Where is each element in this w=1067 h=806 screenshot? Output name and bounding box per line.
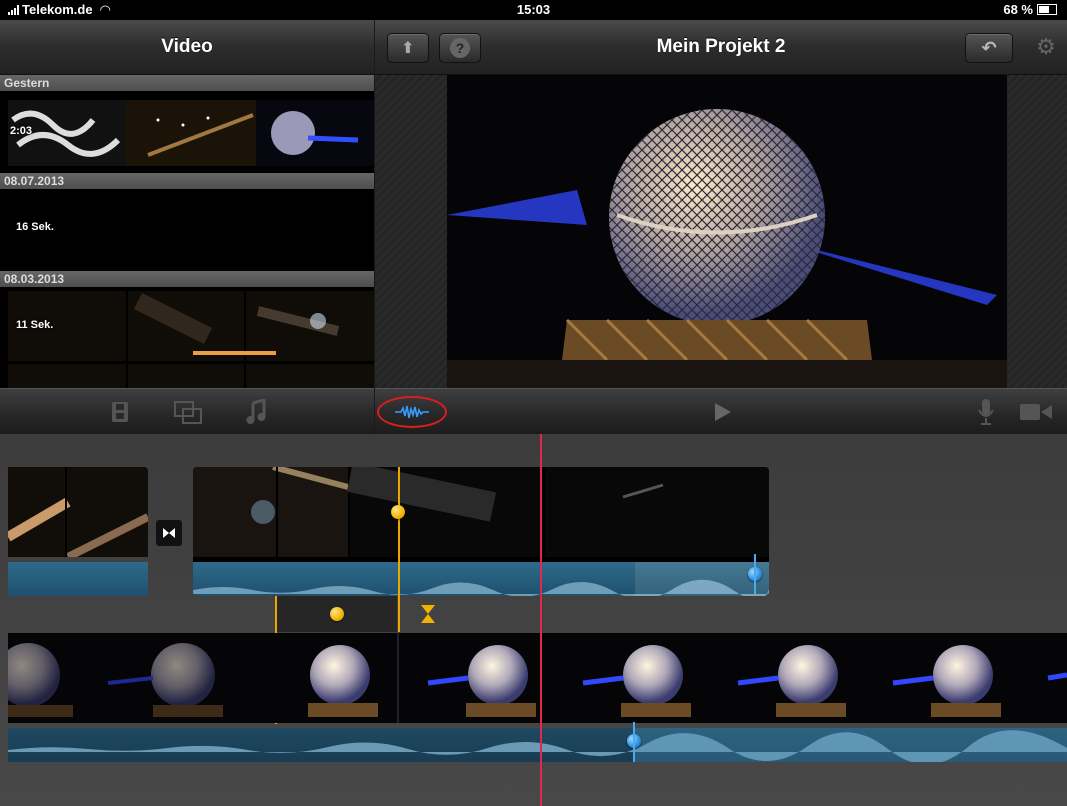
waveform-lower (8, 728, 1067, 762)
clip-frames-lower-main (8, 633, 1067, 723)
status-bar: Telekom.de ◠ 15:03 68 % (0, 0, 1067, 20)
clip-frames-upper-main (193, 467, 769, 557)
waveform-upper (193, 562, 769, 596)
project-title: Mein Projekt 2 (656, 36, 786, 57)
audio-track-lower-main[interactable] (8, 728, 1067, 762)
audio-marker-lower (633, 722, 635, 762)
clip-frames-upper-left (8, 467, 148, 561)
section-header-0803: 08.03.2013 (0, 271, 374, 287)
photos-icon (174, 401, 202, 424)
video-viewer (375, 75, 1067, 388)
transition-icon (163, 528, 175, 538)
audio-marker-upper (754, 554, 756, 594)
section-header-gestern: Gestern (0, 75, 374, 91)
undo-button[interactable]: ↶ (965, 33, 1013, 63)
viewer-header: ⬆ ? Mein Projekt 2 ↶ ⚙ (375, 20, 1067, 75)
clip-duration-0807: 16 Sek. (16, 221, 54, 233)
status-time: 15:03 (516, 2, 551, 17)
audio-track-upper-left[interactable] (8, 562, 148, 596)
cutaway-duration-handle[interactable] (420, 604, 436, 629)
clip-thumbnail-gestern[interactable]: 2:03 (8, 100, 374, 166)
gear-icon: ⚙ (1036, 34, 1056, 59)
undo-icon: ↶ (981, 37, 997, 58)
playhead[interactable] (540, 434, 542, 806)
cutaway-marker-line (398, 467, 400, 632)
clip-duration-0803: 11 Sek. (16, 319, 54, 331)
timeline-clip-upper-left[interactable] (8, 467, 148, 596)
film-icon (112, 402, 128, 422)
microphone-icon (978, 399, 994, 425)
battery-indicator: 68 % (1003, 2, 1057, 17)
media-browser: Gestern 2:03 08.07.2013 16 Sek. 08.03.20… (0, 75, 374, 388)
section-header-0807: 08.07.2013 (0, 173, 374, 189)
browser-title: Video (161, 36, 213, 57)
waveform-icon (395, 405, 429, 419)
hourglass-icon (421, 605, 435, 623)
audio-track-upper-main[interactable] (193, 562, 769, 596)
viewer-toolbar (375, 388, 1067, 436)
camera-button[interactable] (1019, 402, 1053, 427)
timeline-clip-lower-main[interactable] (8, 633, 1067, 762)
play-button[interactable] (713, 401, 733, 428)
settings-button[interactable]: ⚙ (1030, 33, 1062, 61)
browser-toolbar (0, 388, 374, 436)
transition-button[interactable] (156, 520, 182, 546)
clip-thumbnail-0807[interactable]: 16 Sek. (8, 193, 374, 263)
clip-frames-0803 (8, 291, 374, 388)
cutaway-handle[interactable] (330, 607, 344, 621)
music-note-icon (246, 398, 266, 424)
record-voiceover-button[interactable] (977, 398, 995, 431)
photos-tab[interactable] (174, 401, 204, 430)
project-timeline[interactable] (0, 434, 1067, 806)
video-tab[interactable] (110, 401, 130, 428)
clip-duration-gestern: 2:03 (10, 125, 33, 137)
play-icon (715, 403, 731, 421)
audio-tab[interactable] (246, 398, 266, 430)
clip-frames-gestern (8, 100, 374, 166)
preview-frame (447, 75, 1007, 388)
waveform-button[interactable] (377, 396, 447, 428)
timeline-clip-upper-main[interactable] (193, 467, 769, 596)
camera-icon (1020, 404, 1052, 420)
browser-header: Video (0, 20, 374, 75)
battery-icon (1037, 4, 1057, 15)
cutaway-start-handle[interactable] (391, 505, 405, 519)
clip-thumbnail-0803[interactable]: 11 Sek. (8, 291, 374, 388)
